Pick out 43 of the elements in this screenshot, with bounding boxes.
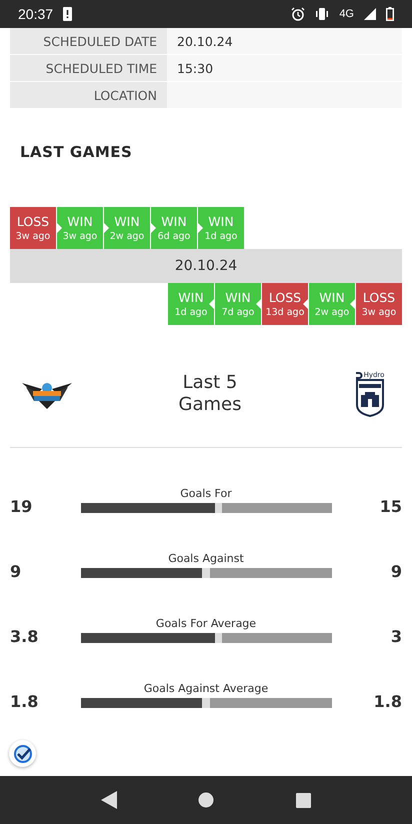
sponsor-logo-icon	[356, 372, 363, 378]
recents-button[interactable]	[296, 792, 312, 808]
result-tile: WIN 2w ago	[309, 283, 355, 325]
shield-logo-icon	[356, 379, 384, 417]
detail-value: 20.10.24	[167, 28, 402, 54]
result-tile: LOSS 3w ago	[10, 207, 56, 249]
away-value: 15	[378, 497, 402, 516]
section-title: LAST GAMES	[20, 143, 134, 163]
result-tile: WIN 3w ago	[57, 207, 103, 249]
home-value: 9	[10, 562, 22, 581]
away-value: 9	[390, 562, 402, 581]
result-tile: WIN 7d ago	[215, 283, 261, 325]
home-value: 3.8	[10, 627, 40, 646]
result-tile: WIN 1d ago	[198, 207, 244, 249]
network-label: 4G	[339, 8, 354, 20]
stat-label: Goals For	[180, 487, 232, 500]
battery-icon	[386, 7, 394, 21]
away-value: 3	[390, 627, 402, 646]
detail-value: 15:30	[167, 54, 402, 82]
back-button[interactable]	[100, 791, 117, 809]
detail-label: SCHEDULED DATE	[10, 28, 167, 54]
away-value: 1.8	[372, 692, 402, 711]
detail-label: LOCATION	[10, 82, 167, 108]
result-tile: LOSS 3w ago	[356, 283, 402, 325]
alert-icon	[63, 7, 72, 21]
home-value: 1.8	[10, 692, 40, 711]
stat-label: Goals For Average	[156, 617, 256, 630]
comparison-title: Last 5 Games	[178, 372, 242, 416]
result-tile: WIN 2w ago	[104, 207, 150, 249]
result-tile: WIN 1d ago	[168, 283, 214, 325]
signal-icon	[364, 8, 376, 20]
detail-label: SCHEDULED TIME	[10, 54, 167, 82]
clock: 20:37	[18, 6, 54, 22]
match-date-bar: 20.10.24	[10, 249, 402, 283]
home-button[interactable]	[198, 792, 214, 808]
verified-button[interactable]	[9, 740, 36, 767]
stat-label: Goals Against Average	[144, 682, 268, 695]
alarm-icon	[291, 7, 306, 21]
home-value: 19	[10, 497, 34, 516]
result-tile: LOSS 13d ago	[262, 283, 308, 325]
vibrate-icon	[315, 8, 330, 20]
stat-label: Goals Against	[168, 552, 244, 565]
result-tile: WIN 6d ago	[151, 207, 197, 249]
